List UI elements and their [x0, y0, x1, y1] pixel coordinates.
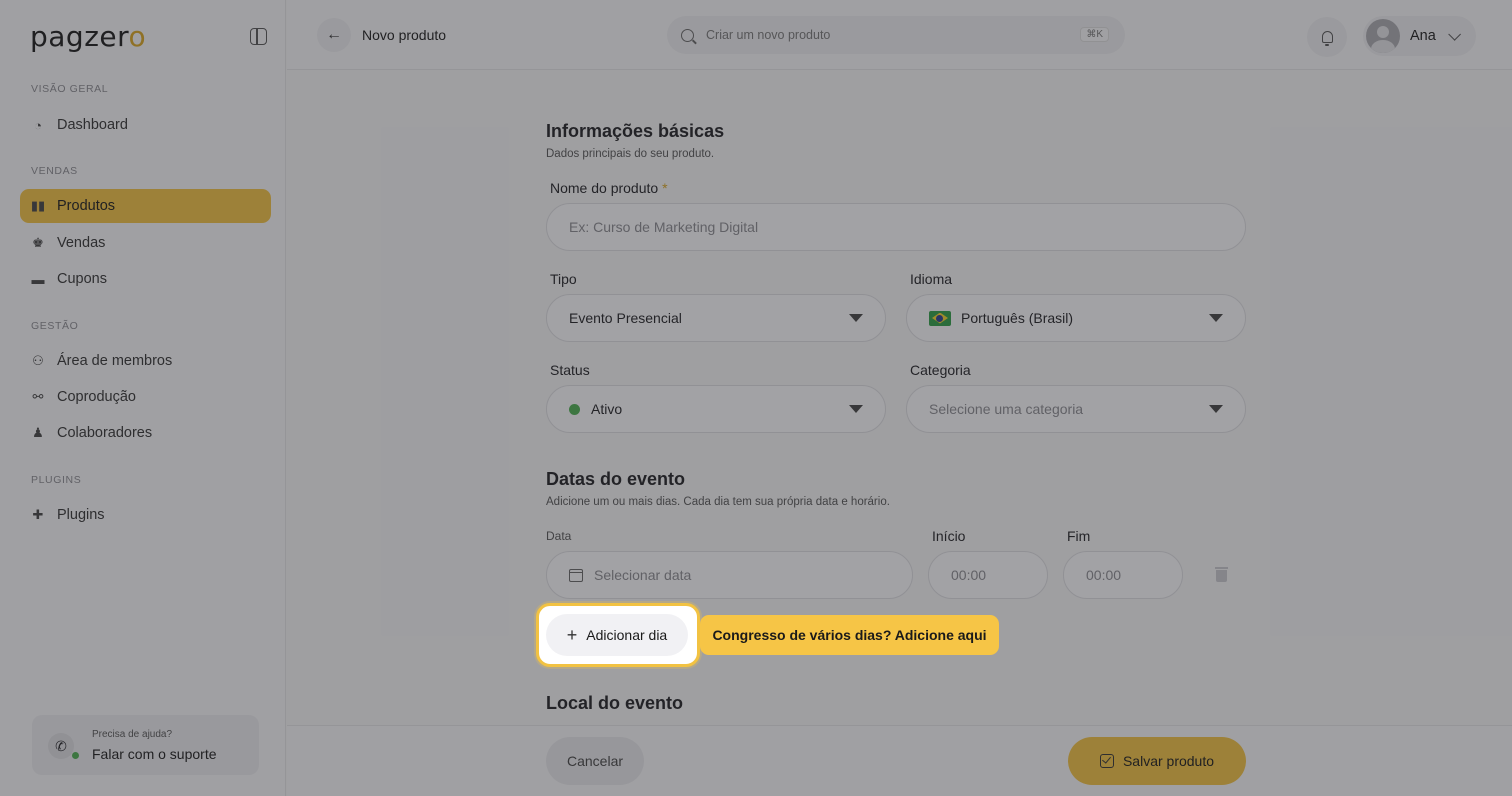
back-button[interactable]: ←: [317, 18, 351, 52]
section-basic-subtitle: Dados principais do seu produto.: [546, 148, 715, 160]
search-input[interactable]: Criar um novo produto ⌘K: [667, 16, 1125, 54]
sidebar-item-colaboradores[interactable]: ♟ Colaboradores: [20, 416, 271, 450]
tipo-label: Tipo: [550, 271, 577, 287]
section-basic-title: Informações básicas: [546, 121, 725, 141]
sidebar-item-produtos[interactable]: ▮▮ Produtos: [20, 189, 271, 223]
caret-down-icon: [849, 405, 863, 413]
avatar: [1366, 19, 1400, 53]
sidebar-item-plugins[interactable]: ✚ Plugins: [20, 498, 271, 532]
chevron-down-icon: [1448, 27, 1461, 41]
date-placeholder: Selecionar data: [594, 567, 692, 583]
puzzle-icon: ✚: [32, 507, 44, 522]
caret-down-icon: [1209, 314, 1223, 322]
notifications-button[interactable]: [1307, 17, 1347, 57]
idioma-label: Idioma: [910, 271, 953, 287]
inicio-label: Início: [932, 528, 966, 544]
start-time-input[interactable]: 00:00: [928, 551, 1048, 599]
arrow-left-icon: ←: [326, 26, 342, 43]
categoria-select[interactable]: Selecione uma categoria: [906, 385, 1246, 433]
user-menu[interactable]: Ana: [1363, 16, 1476, 56]
support-link[interactable]: Falar com o suporte: [92, 746, 217, 762]
end-time-input[interactable]: 00:00: [1063, 551, 1183, 599]
users-icon: ⚇: [32, 353, 44, 368]
user-icon: ♟: [32, 425, 44, 440]
online-indicator: [72, 752, 79, 759]
sidebar-item-label: Produtos: [57, 198, 116, 214]
status-value: Ativo: [591, 401, 623, 417]
fim-label: Fim: [1067, 528, 1091, 544]
tipo-select[interactable]: Evento Presencial: [546, 294, 886, 342]
sidebar-item-label: Plugins: [57, 507, 105, 523]
support-caption: Precisa de ajuda?: [92, 729, 173, 740]
status-dot-icon: [569, 403, 580, 415]
section-local-title: Local do evento: [546, 693, 684, 713]
brazil-flag-icon: [929, 310, 951, 326]
bell-icon: [1321, 31, 1333, 46]
caret-down-icon: [849, 314, 863, 322]
add-day-button[interactable]: + Adicionar dia: [546, 614, 688, 656]
add-day-label: Adicionar dia: [586, 627, 668, 643]
sidebar-item-label: Cupons: [57, 271, 107, 287]
sidebar-item-vendas[interactable]: ♚ Vendas: [20, 226, 271, 260]
shortcut-badge: ⌘K: [1080, 27, 1109, 42]
caret-down-icon: [1209, 405, 1223, 413]
logo[interactable]: pagzero: [30, 20, 146, 53]
plus-icon: +: [566, 625, 578, 645]
tour-highlight: + Adicionar dia: [536, 603, 700, 667]
status-label: Status: [550, 362, 590, 378]
form-footer: [287, 725, 1512, 796]
calendar-icon: [569, 568, 583, 582]
date-picker-input[interactable]: Selecionar data: [546, 551, 913, 599]
section-title-management: GESTÃO: [31, 320, 79, 332]
search-placeholder: Criar um novo produto: [706, 28, 831, 42]
product-name-label: Nome do produto *: [550, 180, 668, 196]
sidebar-item-label: Área de membros: [57, 353, 173, 369]
sidebar-item-label: Vendas: [57, 235, 106, 251]
product-name-input[interactable]: Ex: Curso de Marketing Digital: [546, 203, 1246, 251]
save-label: Salvar produto: [1122, 753, 1215, 769]
tipo-value: Evento Presencial: [569, 310, 682, 326]
sidebar-item-label: Colaboradores: [57, 425, 153, 441]
dashboard-icon: ◔: [34, 117, 42, 133]
section-title-plugins: PLUGINS: [31, 474, 82, 486]
page-title: Novo produto: [362, 27, 447, 43]
whatsapp-icon: ✆: [48, 733, 74, 759]
hand-money-icon: ♚: [32, 235, 44, 250]
section-title-sales: VENDAS: [31, 165, 78, 177]
sidebar-item-label: Coprodução: [57, 389, 136, 405]
support-card[interactable]: ✆ Precisa de ajuda? Falar com o suporte: [32, 715, 259, 775]
sidebar-item-dashboard[interactable]: ◔ Dashboard: [20, 108, 271, 142]
search-icon: [681, 28, 694, 42]
sidebar-item-coproducao[interactable]: ⚯ Coprodução: [20, 380, 271, 414]
check-icon: [1099, 754, 1114, 768]
section-dates-subtitle: Adicione um ou mais dias. Cada dia tem s…: [546, 496, 890, 508]
categoria-label: Categoria: [910, 362, 971, 378]
sidebar-item-membros[interactable]: ⚇ Área de membros: [20, 344, 271, 378]
save-product-button[interactable]: Salvar produto: [1068, 737, 1246, 785]
cancel-button[interactable]: Cancelar: [546, 737, 644, 785]
status-select[interactable]: Ativo: [546, 385, 886, 433]
sidebar-item-label: Dashboard: [57, 117, 128, 133]
section-title-overview: VISÃO GERAL: [31, 83, 109, 95]
user-name: Ana: [1410, 28, 1436, 44]
data-label: Data: [546, 529, 572, 543]
sidebar-item-cupons[interactable]: ▬ Cupons: [20, 262, 271, 296]
section-dates-title: Datas do evento: [546, 469, 686, 489]
trash-icon[interactable]: [1215, 567, 1228, 582]
sidebar: pagzero VISÃO GERAL ◔ Dashboard VENDAS ▮…: [0, 0, 286, 796]
categoria-placeholder: Selecione uma categoria: [929, 401, 1084, 417]
ticket-icon: ▬: [31, 271, 45, 287]
box-icon: ▮▮: [30, 198, 46, 213]
tour-tooltip[interactable]: Congresso de vários dias? Adicione aqui: [700, 615, 999, 655]
topbar: ← Novo produto Criar um novo produto ⌘K …: [287, 0, 1512, 70]
idioma-value: Português (Brasil): [961, 310, 1074, 326]
sidebar-toggle-icon[interactable]: [250, 28, 267, 45]
handshake-icon: ⚯: [32, 389, 44, 404]
idioma-select[interactable]: Português (Brasil): [906, 294, 1246, 342]
